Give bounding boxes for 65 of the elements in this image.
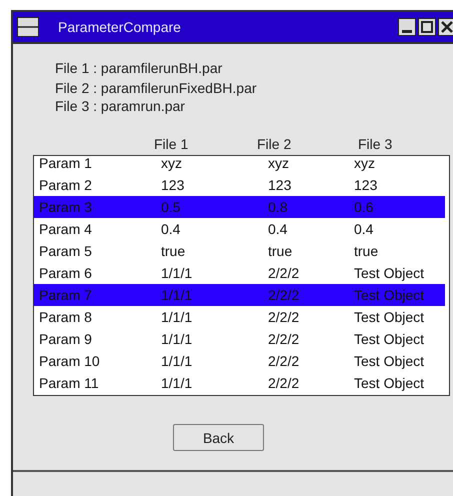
table-cell: Test Object <box>354 265 424 281</box>
table-row[interactable]: Param 11 1/1/1 2/2/2 Test Object <box>34 372 445 394</box>
param-name: Param 5 <box>38 243 93 259</box>
table-row[interactable]: Param 10 1/1/1 2/2/2 Test Object <box>34 350 445 372</box>
param-name: Param 6 <box>38 265 93 281</box>
column-header: File 3 <box>358 136 392 152</box>
table-cell: 0.4 <box>354 221 374 237</box>
minimize-icon[interactable] <box>398 18 416 36</box>
column-header: File 1 <box>154 136 190 152</box>
file-label: File 1 : paramfilerunBH.par <box>55 59 224 78</box>
column-header: File 2 <box>257 136 292 152</box>
table-cell: true <box>354 243 378 259</box>
table-cell-text: 2/2/2 <box>268 375 300 391</box>
table-row[interactable]: Param 4 0.4 0.4 0.4 <box>34 218 445 240</box>
table-cell-text: true <box>161 243 186 259</box>
table-cell-text: 1/1/1 <box>161 265 194 281</box>
file-label: File 2 : paramfilerunFixedBH.par <box>55 79 258 98</box>
table-cell-text: 123 <box>161 177 186 193</box>
file-label: File 3 : paramrun.par <box>55 98 186 114</box>
table-cell-text: 0.5 <box>161 199 182 215</box>
table-cell-text: 2/2/2 <box>268 265 300 281</box>
table-cell: Test Object <box>354 375 424 391</box>
param-name: Param 4 <box>38 221 93 237</box>
table-cell-text: 2/2/2 <box>268 287 300 303</box>
table-cell: Test Object <box>354 309 424 325</box>
table-cell-text: 1/1/1 <box>161 287 194 303</box>
param-name: Param 7 <box>38 287 93 303</box>
table-row[interactable]: Param 1 xyz xyz xyz <box>34 156 445 174</box>
close-icon[interactable] <box>438 18 453 36</box>
table-cell-text: 1/1/1 <box>161 331 194 347</box>
back-button[interactable]: Back <box>173 424 264 451</box>
table-cell-text: 2/2/2 <box>268 331 300 347</box>
table-cell-text: xyz <box>268 156 290 171</box>
table-cell: xyz <box>354 156 375 171</box>
param-name: Param 3 <box>38 199 93 215</box>
window-menu-icon[interactable] <box>17 17 39 37</box>
table-cell-text: 0.4 <box>161 221 182 237</box>
maximize-icon[interactable] <box>418 18 436 36</box>
param-name: Param 1 <box>38 156 93 171</box>
table-cell-text: 2/2/2 <box>268 353 300 369</box>
table-cell: Test Object <box>354 331 424 347</box>
table-cell-text: 123 <box>268 177 292 193</box>
table-row[interactable]: Param 6 1/1/1 2/2/2 Test Object <box>34 262 445 284</box>
table-cell-text: 1/1/1 <box>161 375 194 391</box>
table-row[interactable]: Param 9 1/1/1 2/2/2 Test Object <box>34 328 445 350</box>
table-cell-text: true <box>268 243 294 259</box>
param-name: Param 9 <box>38 331 93 347</box>
table-cell: 0.6 <box>354 199 374 215</box>
param-name: Param 11 <box>38 375 100 391</box>
table-cell: Test Object <box>354 353 424 369</box>
table-cell-text: xyz <box>161 156 183 171</box>
param-name: Param 8 <box>38 309 93 325</box>
table-row[interactable]: Param 5 true true true <box>34 240 445 262</box>
table-cell-text: 0.4 <box>268 221 288 237</box>
table-cell-text: 1/1/1 <box>161 353 194 369</box>
param-name: Param 10 <box>38 353 101 369</box>
table-cell-text: 1/1/1 <box>161 309 194 325</box>
table-cell-text: 0.8 <box>268 199 288 215</box>
window-title: ParameterCompare <box>58 19 181 35</box>
param-name: Param 2 <box>38 177 93 193</box>
table-cell: Test Object <box>354 287 424 303</box>
table-row[interactable]: Param 2 123 123 123 <box>34 174 445 196</box>
table-row[interactable]: Param 8 1/1/1 2/2/2 Test Object <box>34 306 445 328</box>
table-cell: 123 <box>354 177 378 193</box>
table-cell-text: 2/2/2 <box>268 309 300 325</box>
